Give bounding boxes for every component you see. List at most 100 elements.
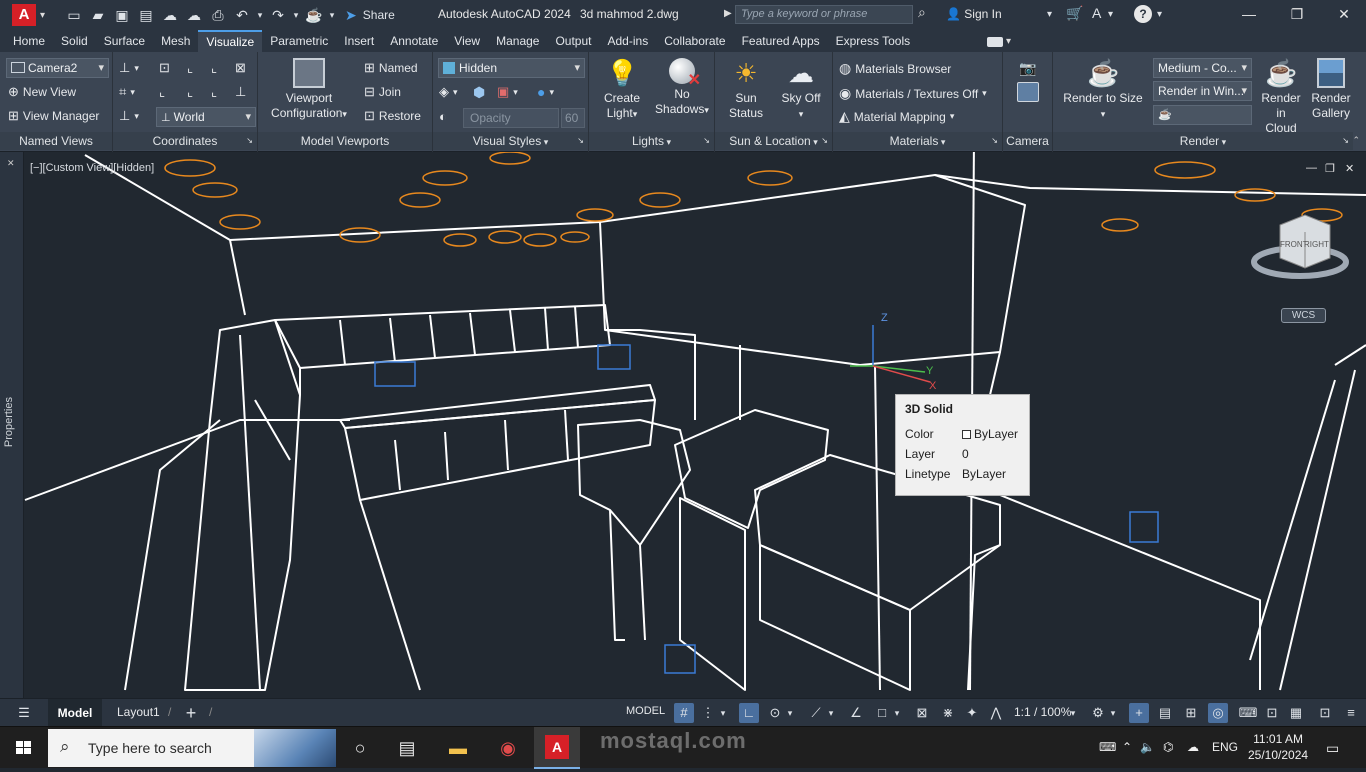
palette-close-icon[interactable]: ✕ xyxy=(7,158,15,169)
panel-title-visual-styles[interactable]: Visual Styles ▾ ↘ xyxy=(433,132,588,150)
shadows-button[interactable]: ● ▾ xyxy=(537,84,554,100)
ucs-settings-chevron[interactable]: ▾ xyxy=(134,111,139,122)
minimize-button[interactable]: — xyxy=(1234,3,1264,25)
autocad-taskbar-button[interactable]: A xyxy=(534,727,580,769)
onedrive-icon[interactable]: ☁ xyxy=(1187,740,1199,754)
panel-title-render[interactable]: Render ▾ ↘ xyxy=(1053,132,1353,150)
polar-chevron-icon[interactable]: ▾ xyxy=(785,703,795,723)
tab-solid[interactable]: Solid xyxy=(53,30,96,52)
ucs-world-button[interactable]: ⊡ xyxy=(159,60,170,76)
tab-surface[interactable]: Surface xyxy=(96,30,153,52)
view-cube-right-label[interactable]: RIGHT xyxy=(1304,240,1329,249)
no-shadows-button[interactable]: ✕ No Shadows▾ xyxy=(651,58,713,118)
layout1-tab[interactable]: Layout1 xyxy=(117,705,160,719)
tab-express-tools[interactable]: Express Tools xyxy=(828,30,918,52)
selection-cycling-icon[interactable]: ⊠ xyxy=(912,703,932,723)
render-preset-combo[interactable]: Medium - Co... xyxy=(1153,58,1252,78)
maximize-button[interactable]: ❐ xyxy=(1282,3,1312,25)
ribbon-toggle-chevron-icon[interactable]: ▾ xyxy=(1006,36,1011,47)
chrome-icon[interactable]: ◉ xyxy=(494,734,522,762)
opacity-value[interactable]: 60 xyxy=(561,108,585,128)
cloud-open-icon[interactable]: ☁ xyxy=(159,4,181,26)
search-expand-icon[interactable]: ▶ xyxy=(724,8,732,19)
sun-location-launcher-icon[interactable]: ↘ xyxy=(821,132,828,150)
model-space-button[interactable]: MODEL xyxy=(626,705,665,717)
ucs-object-chevron[interactable]: ▾ xyxy=(130,87,135,98)
sign-in-chevron-icon[interactable]: ▾ xyxy=(1047,9,1052,20)
ucs-object-button[interactable]: ⌗ ▾ xyxy=(119,84,135,100)
ucs-origin-button[interactable]: ⌞ xyxy=(187,60,193,76)
snap-icon[interactable]: ⋮ xyxy=(698,703,718,723)
cart-icon[interactable]: 🛒 xyxy=(1066,5,1083,22)
isodraft-chevron-icon[interactable]: ▾ xyxy=(826,703,836,723)
visual-styles-launcher-icon[interactable]: ↘ xyxy=(577,132,584,150)
save-as-icon[interactable]: ▤ xyxy=(135,4,157,26)
render-teapot-icon[interactable]: ☕ xyxy=(303,4,325,26)
autodesk-app-icon[interactable]: A xyxy=(1092,5,1101,21)
object-snap-tracking-icon[interactable]: ∠ xyxy=(846,703,866,723)
ortho-icon[interactable]: ∟ xyxy=(739,703,759,723)
start-button[interactable] xyxy=(0,727,48,769)
materials-textures-button[interactable]: ◉ Materials / Textures Off ▾ xyxy=(839,85,987,102)
camera-view-button[interactable] xyxy=(1017,82,1039,102)
render-output-combo[interactable]: Render in Win... xyxy=(1153,81,1252,101)
hamburger-menu-icon[interactable]: ☰ xyxy=(14,703,34,723)
viewport-controls-label[interactable]: [−][Custom View][Hidden] xyxy=(30,162,154,174)
ucs-settings-button[interactable]: ⊥ ▾ xyxy=(119,108,139,124)
viewport-close-icon[interactable]: ✕ xyxy=(1345,162,1354,175)
sky-off-button[interactable]: ☁ Sky Off ▾ xyxy=(771,58,831,122)
language-indicator[interactable]: ENG xyxy=(1212,740,1238,754)
create-light-button[interactable]: 💡 Create Light▾ xyxy=(593,58,651,122)
sign-in-button[interactable]: 👤 Sign In xyxy=(946,7,1002,21)
viewport-restore-icon[interactable]: ❐ xyxy=(1325,162,1335,175)
annotation-scale-auto-icon[interactable]: ✦ xyxy=(962,703,982,723)
camera-combo[interactable]: Camera2 xyxy=(6,58,109,78)
tab-manage[interactable]: Manage xyxy=(488,30,547,52)
coordinates-launcher-icon[interactable]: ↘ xyxy=(246,132,253,150)
app-menu-chevron-icon[interactable]: ▾ xyxy=(40,10,45,21)
search-icon[interactable]: ⌕ xyxy=(918,4,926,21)
cloud-save-icon[interactable]: ☁ xyxy=(183,4,205,26)
named-viewports-button[interactable]: ⊞ Named xyxy=(364,60,418,76)
lights-launcher-icon[interactable]: ↘ xyxy=(703,132,710,150)
ucs-zaxis-button[interactable]: ⊥ xyxy=(235,84,246,100)
help-icon[interactable]: ? xyxy=(1134,5,1152,23)
panel-title-lights[interactable]: Lights ▾ ↘ xyxy=(589,132,714,150)
render-launcher-icon[interactable]: ↘ xyxy=(1342,132,1349,150)
ribbon-collapse-icon[interactable]: ⌃ xyxy=(1352,135,1360,146)
help-chevron-icon[interactable]: ▾ xyxy=(1157,9,1162,20)
polar-icon[interactable]: ⊙ xyxy=(765,703,785,723)
ucs-x-button[interactable]: ⌞ xyxy=(211,60,217,76)
save-icon[interactable]: ▣ xyxy=(111,4,133,26)
scene-camera-glyph[interactable] xyxy=(374,361,416,387)
materials-launcher-icon[interactable]: ↘ xyxy=(991,132,998,150)
opacity-slider[interactable]: Opacity xyxy=(463,108,559,128)
file-explorer-icon[interactable]: ▬ xyxy=(444,734,472,762)
customize-chevron-icon[interactable]: ▾ xyxy=(327,4,337,26)
opacity-toggle[interactable]: ◐ xyxy=(439,109,447,124)
print-icon[interactable]: ⎙ xyxy=(207,4,229,26)
snap-chevron-icon[interactable]: ▾ xyxy=(718,703,728,723)
ribbon-toggle-icon[interactable] xyxy=(987,37,1003,47)
lock-ui-icon[interactable]: ◎ xyxy=(1208,703,1228,723)
annotation-scale-chevron-icon[interactable]: ▾ xyxy=(1068,703,1078,723)
materials-browser-button[interactable]: ◍ Materials Browser xyxy=(839,60,951,77)
units-icon[interactable]: ▤ xyxy=(1155,703,1175,723)
render-to-size-button[interactable]: ☕ Render to Size ▾ xyxy=(1061,58,1145,122)
create-camera-button[interactable]: 📷 xyxy=(1019,60,1036,77)
tab-insert[interactable]: Insert xyxy=(336,30,382,52)
ucs-icon-chevron[interactable]: ▾ xyxy=(134,63,139,74)
tab-home[interactable]: Home xyxy=(5,30,53,52)
hardware-acceleration-icon[interactable]: ⊡ xyxy=(1262,703,1282,723)
tab-collaborate[interactable]: Collaborate xyxy=(656,30,733,52)
task-view-icon[interactable]: ○ xyxy=(346,734,374,762)
edge-effects-chevron[interactable]: ▾ xyxy=(453,87,458,98)
face-style-button[interactable]: ▣ ▾ xyxy=(497,84,518,100)
tab-visualize[interactable]: Visualize xyxy=(198,30,263,52)
clock[interactable]: 11:01 AM 25/10/2024 xyxy=(1248,731,1308,763)
app-chevron-icon[interactable]: ▾ xyxy=(1108,9,1113,20)
notifications-icon[interactable]: ▭ xyxy=(1326,740,1339,757)
tab-view[interactable]: View xyxy=(446,30,488,52)
volume-icon[interactable]: 🔈 xyxy=(1140,740,1155,754)
customize-status-icon[interactable]: ≡ xyxy=(1341,703,1361,723)
